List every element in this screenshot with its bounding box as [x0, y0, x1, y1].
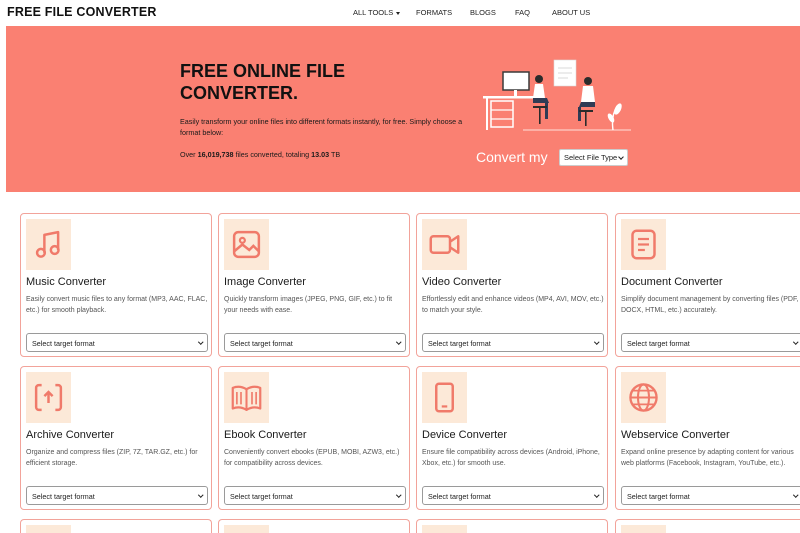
site-logo[interactable]: FREE FILE CONVERTER [7, 5, 157, 19]
nav-item-formats[interactable]: FORMATS [416, 8, 452, 17]
select-value: Select target format [32, 492, 95, 501]
caret-down-icon [396, 11, 401, 15]
card-title: Music Converter [26, 276, 107, 288]
icon-box [26, 219, 71, 270]
chevron-down-icon [593, 492, 599, 498]
chevron-down-icon [792, 339, 798, 345]
card-description: Effortlessly edit and enhance videos (MP… [422, 296, 604, 314]
smartphone-icon [435, 382, 454, 413]
top-navbar: FREE FILE CONVERTER ALL TOOLS FORMATS BL… [0, 0, 800, 26]
icon-box [621, 219, 666, 270]
video-camera-icon [429, 235, 460, 254]
card-description: Simplify document management by converti… [621, 296, 799, 314]
device-converter-card: Device Converter Ensure file compatibili… [416, 366, 608, 510]
select-value: Select target format [428, 492, 491, 501]
chevron-down-icon [618, 154, 624, 160]
target-format-select[interactable]: Select target format [422, 486, 604, 505]
total-size-value: 13.03 [311, 150, 330, 159]
partial-card [20, 519, 212, 533]
target-format-select[interactable]: Select target format [621, 486, 800, 505]
icon-box [26, 372, 71, 423]
convert-my-label: Convert my [476, 149, 548, 165]
card-description: Quickly transform images (JPEG, PNG, GIF… [224, 296, 393, 314]
card-title: Webservice Converter [621, 429, 730, 441]
size-unit: TB [330, 150, 341, 159]
image-converter-card: Image Converter Quickly transform images… [218, 213, 410, 357]
card-title: Document Converter [621, 276, 723, 288]
target-format-select[interactable]: Select target format [224, 486, 406, 505]
icon-box [224, 525, 269, 533]
music-note-icon [35, 230, 60, 258]
card-title: Image Converter [224, 276, 306, 288]
chevron-down-icon [197, 339, 203, 345]
document-converter-card: Document Converter Simplify document man… [615, 213, 800, 357]
conversion-stats: Over 16,019,738 files converted, totalin… [180, 150, 340, 159]
chevron-down-icon [395, 339, 401, 345]
card-description: Organize and compress files (ZIP, 7Z, TA… [26, 449, 198, 467]
card-title: Archive Converter [26, 429, 115, 441]
select-value: Select target format [428, 339, 491, 348]
hero-title: FREE ONLINE FILE CONVERTER. [180, 61, 346, 103]
partial-card [416, 519, 608, 533]
card-description: Easily convert music files to any format… [26, 296, 208, 314]
select-value: Select target format [230, 339, 293, 348]
globe-icon [629, 383, 658, 412]
stats-middle: files converted, totaling [235, 150, 310, 159]
icon-box [224, 219, 269, 270]
chevron-down-icon [395, 492, 401, 498]
target-format-select[interactable]: Select target format [26, 333, 208, 352]
select-value: Select target format [627, 492, 690, 501]
ebook-converter-card: Ebook Converter Conveniently convert ebo… [218, 366, 410, 510]
target-format-select[interactable]: Select target format [621, 333, 800, 352]
nav-item-faq[interactable]: FAQ [515, 8, 530, 17]
chevron-down-icon [792, 492, 798, 498]
target-format-select[interactable]: Select target format [224, 333, 406, 352]
office-illustration [483, 59, 631, 131]
file-type-select[interactable]: Select File Type [559, 149, 628, 166]
card-description: Expand online presence by adapting conte… [621, 449, 794, 467]
document-icon [631, 229, 656, 260]
file-type-select-value: Select File Type [564, 153, 618, 162]
card-description: Ensure file compatibility across devices… [422, 449, 600, 467]
target-format-select[interactable]: Select target format [26, 486, 208, 505]
music-converter-card: Music Converter Easily convert music fil… [20, 213, 212, 357]
nav-item-label: ALL TOOLS [353, 8, 394, 17]
select-value: Select target format [32, 339, 95, 348]
icon-box [224, 372, 269, 423]
chevron-down-icon [197, 492, 203, 498]
image-icon [232, 230, 261, 259]
icon-box [422, 525, 467, 533]
archive-converter-card: Archive Converter Organize and compress … [20, 366, 212, 510]
card-title: Device Converter [422, 429, 507, 441]
book-icon [231, 385, 262, 411]
icon-box [621, 372, 666, 423]
nav-item-all-tools[interactable]: ALL TOOLS [353, 8, 401, 17]
webservice-converter-card: Webservice Converter Expand online prese… [615, 366, 800, 510]
archive-icon [34, 383, 63, 412]
card-title: Ebook Converter [224, 429, 307, 441]
hero-banner: FREE ONLINE FILE CONVERTER. Easily trans… [6, 26, 800, 192]
hero-description: Easily transform your online files into … [180, 117, 463, 137]
chevron-down-icon [593, 339, 599, 345]
partial-card [615, 519, 800, 533]
nav-item-blogs[interactable]: BLOGS [470, 8, 496, 17]
select-value: Select target format [230, 492, 293, 501]
icon-box [621, 525, 666, 533]
target-format-select[interactable]: Select target format [422, 333, 604, 352]
icon-box [422, 219, 467, 270]
icon-box [422, 372, 467, 423]
partial-card [218, 519, 410, 533]
card-title: Video Converter [422, 276, 502, 288]
nav-item-about-us[interactable]: ABOUT US [552, 8, 590, 17]
stats-prefix: Over [180, 150, 196, 159]
files-converted-count: 16,019,738 [197, 150, 234, 159]
card-description: Conveniently convert ebooks (EPUB, MOBI,… [224, 449, 400, 467]
icon-box [26, 525, 71, 533]
video-converter-card: Video Converter Effortlessly edit and en… [416, 213, 608, 357]
select-value: Select target format [627, 339, 690, 348]
